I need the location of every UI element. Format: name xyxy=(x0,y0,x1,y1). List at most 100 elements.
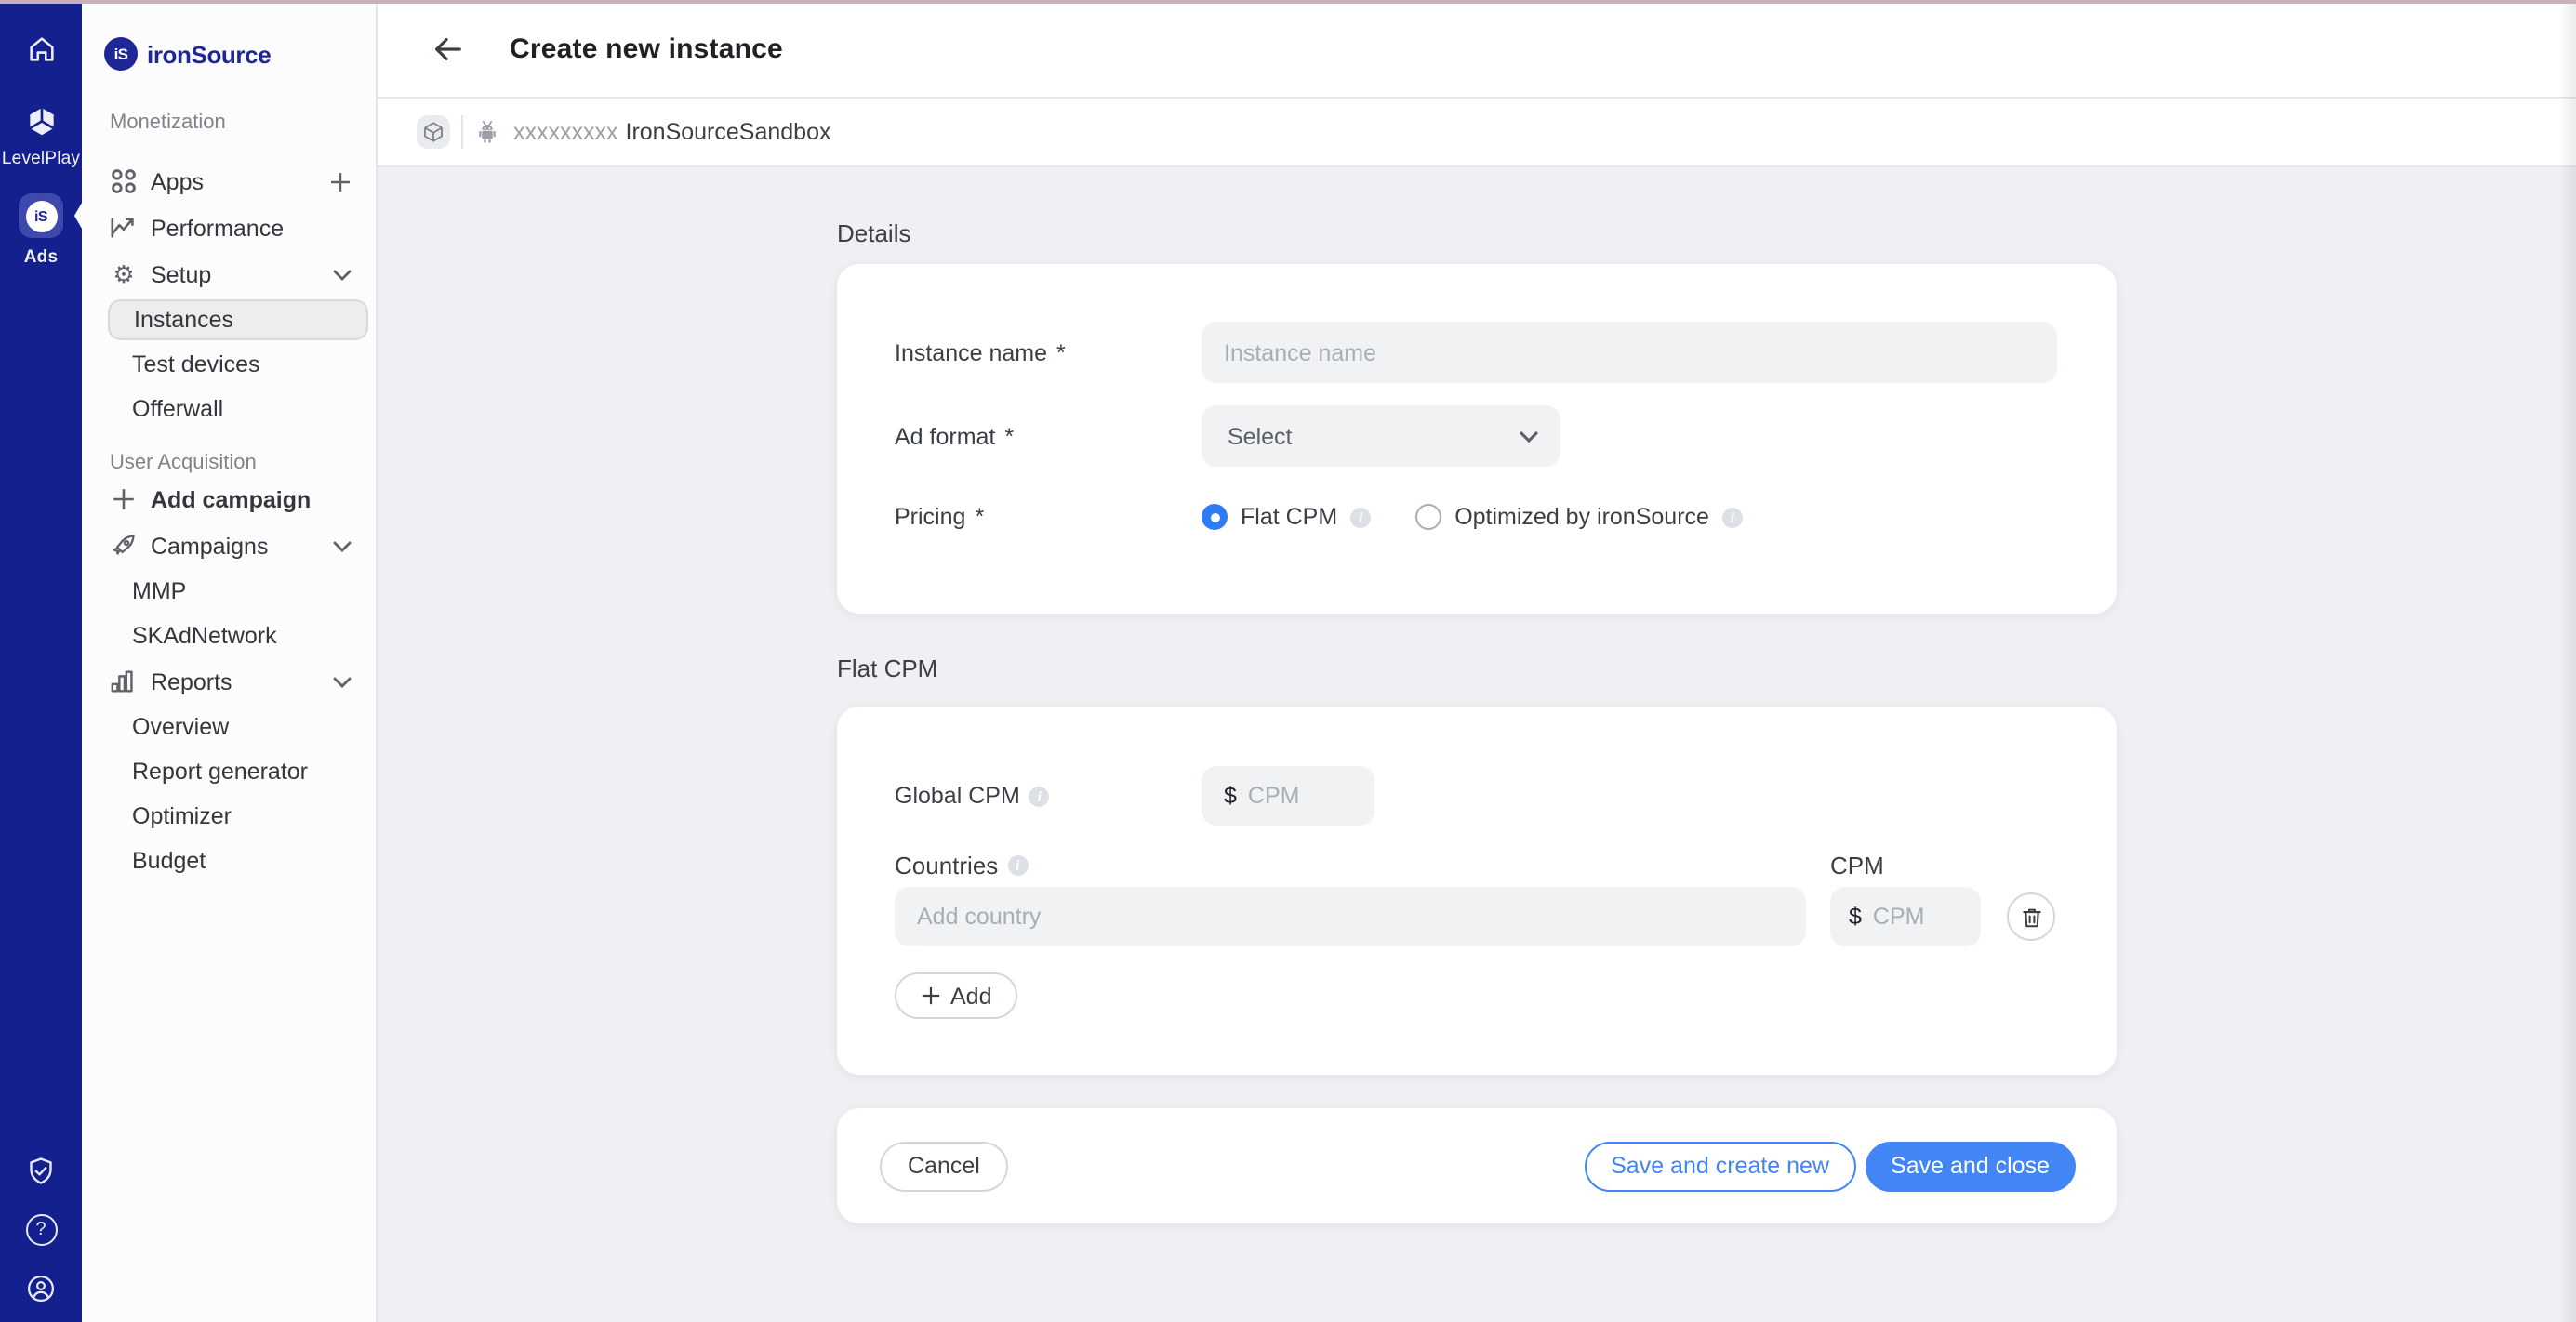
ad-format-select[interactable]: Select xyxy=(1202,405,1560,467)
sidebar-item-campaigns[interactable]: Campaigns xyxy=(82,522,376,569)
required-asterisk: * xyxy=(975,504,984,530)
sidebar-item-offerwall[interactable]: Offerwall xyxy=(82,387,376,431)
country-cpm-input[interactable] xyxy=(1873,904,1966,930)
currency-symbol: $ xyxy=(1849,904,1862,930)
radio-unselected-icon[interactable] xyxy=(1415,504,1441,530)
global-cpm-field[interactable]: $ xyxy=(1202,766,1374,826)
add-country-input[interactable] xyxy=(917,904,1784,930)
radio-selected-icon[interactable] xyxy=(1202,504,1228,530)
app-bar: xxxxxxxxx IronSourceSandbox xyxy=(378,99,2576,167)
rocket-icon xyxy=(110,532,138,560)
flat-cpm-card: Global CPM i $ Countries i CP xyxy=(837,707,2117,1075)
save-and-close-button[interactable]: Save and close xyxy=(1865,1141,2076,1191)
ironsource-logo[interactable]: iS ironSource xyxy=(82,0,376,71)
scrollbar-shadow[interactable] xyxy=(2559,0,2576,1322)
required-asterisk: * xyxy=(1004,423,1014,449)
sidebar-item-skadnetwork[interactable]: SKAdNetwork xyxy=(82,614,376,658)
details-section-title: Details xyxy=(837,219,2117,247)
ad-format-selected-value: Select xyxy=(1228,423,1293,449)
country-cpm-field[interactable]: $ xyxy=(1830,887,1981,946)
chevron-down-icon xyxy=(333,540,352,551)
top-accent-line xyxy=(0,0,2576,3)
cancel-button[interactable]: Cancel xyxy=(880,1141,1008,1191)
app-name: IronSourceSandbox xyxy=(626,119,831,145)
page-title: Create new instance xyxy=(510,33,783,64)
sidebar-nav: Monetization Apps Performance ⚙ Setup xyxy=(82,110,376,883)
bar-chart-icon xyxy=(110,668,138,695)
page-header: Create new instance xyxy=(378,0,2576,99)
chevron-down-icon xyxy=(333,269,352,280)
sidebar-item-test-devices[interactable]: Test devices xyxy=(82,342,376,387)
global-cpm-input[interactable] xyxy=(1248,783,1356,809)
sidebar-item-setup[interactable]: ⚙ Setup xyxy=(82,251,376,297)
back-button[interactable] xyxy=(432,33,463,64)
home-icon xyxy=(25,33,57,65)
country-cpm-row: $ xyxy=(895,887,2057,946)
privacy-shield-button[interactable] xyxy=(24,1155,58,1188)
app-window: LevelPlay iS Ads ? iS ironSource xyxy=(0,0,2576,1322)
gear-icon: ⚙ xyxy=(110,260,138,288)
ironsource-monogram-icon: iS xyxy=(25,200,57,231)
content: Details Instance name* Ad format* xyxy=(378,167,2576,1322)
apps-grid-icon xyxy=(110,167,138,195)
ad-format-row: Ad format* Select xyxy=(895,405,2057,467)
sidebar-item-reports[interactable]: Reports xyxy=(82,658,376,705)
chevron-down-icon xyxy=(1520,430,1538,442)
pricing-row: Pricing* Flat CPM i Optimized by ironSou… xyxy=(895,498,2057,535)
levelplay-label: LevelPlay xyxy=(2,149,80,169)
pricing-option-optimized[interactable]: Optimized by ironSource i xyxy=(1415,504,1743,530)
app-id-masked: xxxxxxxxx xyxy=(513,119,618,145)
pricing-label: Pricing* xyxy=(895,504,1202,530)
required-asterisk: * xyxy=(1056,339,1066,365)
question-mark-icon: ? xyxy=(25,1214,57,1246)
nav-section-monetization: Monetization xyxy=(82,110,376,136)
account-button[interactable] xyxy=(24,1272,58,1305)
info-icon[interactable]: i xyxy=(1029,786,1050,806)
chevron-down-icon xyxy=(333,676,352,687)
countries-header-row: Countries i CPM xyxy=(895,852,2057,878)
ironsource-logo-text: ironSource xyxy=(147,40,271,68)
pricing-option-flat-cpm[interactable]: Flat CPM i xyxy=(1202,504,1371,530)
sidebar-item-optimizer[interactable]: Optimizer xyxy=(82,794,376,839)
details-card: Instance name* Ad format* Select xyxy=(837,264,2117,614)
sidebar-item-instances[interactable]: Instances xyxy=(108,299,368,340)
unity-levelplay-icon xyxy=(23,104,59,139)
flat-cpm-section-title: Flat CPM xyxy=(837,654,2117,682)
rail-bottom-icons: ? xyxy=(24,1155,58,1322)
add-country-field[interactable] xyxy=(895,887,1806,946)
plus-icon xyxy=(921,985,941,1006)
line-chart-icon xyxy=(110,214,138,242)
ads-label: Ads xyxy=(24,247,59,268)
rail-item-levelplay[interactable]: LevelPlay xyxy=(2,104,80,169)
nav-section-user-acquisition: User Acquisition xyxy=(82,450,376,476)
main-area: Create new instance xxxxxxxxx IronSource… xyxy=(378,0,2576,1322)
rail-item-ads[interactable]: iS Ads xyxy=(19,169,63,268)
currency-symbol: $ xyxy=(1224,783,1237,809)
info-icon[interactable]: i xyxy=(1722,507,1743,527)
instance-name-label: Instance name* xyxy=(895,322,1202,383)
sidebar-item-apps[interactable]: Apps xyxy=(82,158,376,205)
save-and-create-new-button[interactable]: Save and create new xyxy=(1585,1141,1855,1191)
info-icon[interactable]: i xyxy=(1350,507,1371,527)
add-app-button[interactable] xyxy=(329,170,352,192)
instance-name-field[interactable] xyxy=(1202,322,2057,383)
footer-actions-card: Cancel Save and create new Save and clos… xyxy=(837,1108,2117,1223)
info-icon[interactable]: i xyxy=(1007,855,1028,876)
ads-tile: iS xyxy=(19,193,63,238)
sidebar-item-budget[interactable]: Budget xyxy=(82,839,376,883)
appbar-divider xyxy=(461,115,463,149)
sidebar-item-overview[interactable]: Overview xyxy=(82,705,376,749)
home-button[interactable] xyxy=(25,33,57,65)
sidebar-item-mmp[interactable]: MMP xyxy=(82,569,376,614)
sidebar-item-report-generator[interactable]: Report generator xyxy=(82,749,376,794)
delete-country-button[interactable] xyxy=(2007,892,2055,941)
add-country-row-button[interactable]: Add xyxy=(895,972,1018,1019)
ironsource-logo-icon: iS xyxy=(104,37,138,71)
sidebar-item-performance[interactable]: Performance xyxy=(82,205,376,251)
cube-icon xyxy=(422,121,445,143)
active-rail-notch xyxy=(74,203,82,229)
instance-name-input[interactable] xyxy=(1224,339,2035,365)
cpm-column-header: CPM xyxy=(1830,852,1884,879)
sidebar-item-add-campaign[interactable]: Add campaign xyxy=(82,476,376,522)
help-button[interactable]: ? xyxy=(25,1214,57,1246)
